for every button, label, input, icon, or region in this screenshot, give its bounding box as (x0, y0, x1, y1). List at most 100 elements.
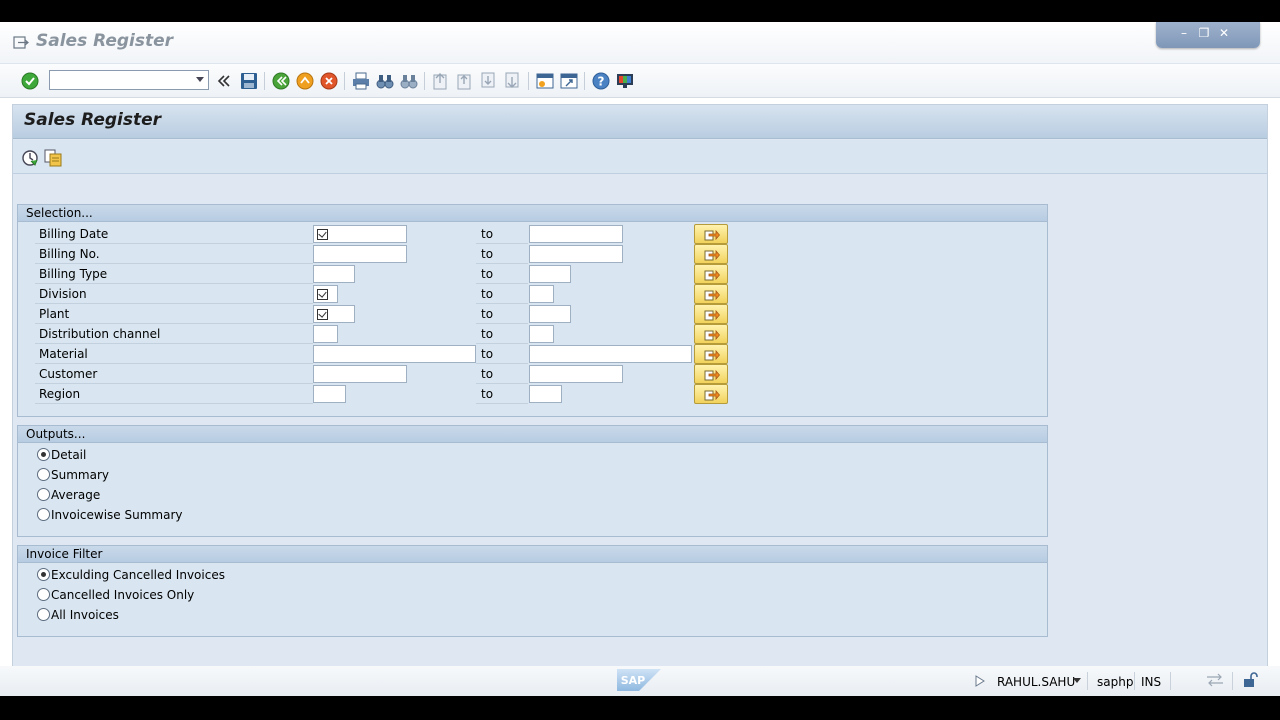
invoice-filter-group: Invoice Filter Exculding Cancelled Invoi… (17, 545, 1048, 637)
new-session-icon[interactable] (535, 71, 555, 91)
close-icon[interactable]: ✕ (1216, 26, 1232, 40)
selection-from-input[interactable] (313, 385, 346, 403)
chevron-down-icon[interactable] (1073, 678, 1081, 683)
status-user: RAHUL.SAHU (997, 675, 1076, 689)
selection-row: Billing Type to (18, 264, 1049, 284)
minimize-icon[interactable]: – (1176, 26, 1192, 40)
prev-page-icon[interactable] (455, 71, 475, 91)
multiple-selection-button[interactable] (694, 264, 728, 284)
outputs-group: Outputs... Detail Summary Average Invoicewi… (17, 425, 1048, 537)
selection-to-input[interactable] (529, 385, 562, 403)
multiple-selection-icon (704, 229, 720, 241)
screen-bottom-border (0, 696, 1280, 720)
screen-top-border (0, 0, 1280, 22)
radio-button[interactable] (37, 608, 50, 621)
help-icon[interactable]: ? (591, 71, 611, 91)
selection-to-input[interactable] (529, 245, 623, 263)
collapse-command-icon[interactable] (214, 71, 234, 91)
radio-button[interactable] (37, 468, 50, 481)
play-icon[interactable] (975, 675, 985, 687)
multiple-selection-button[interactable] (694, 384, 728, 404)
next-page-icon[interactable] (479, 71, 499, 91)
status-separator (1232, 672, 1233, 690)
get-variant-icon[interactable] (44, 149, 62, 167)
print-icon[interactable] (351, 71, 371, 91)
window-title: Sales Register (36, 31, 174, 51)
selection-to-input[interactable] (529, 325, 554, 343)
radio-button[interactable] (37, 568, 50, 581)
find-icon[interactable] (375, 71, 395, 91)
to-label: to (476, 306, 528, 324)
radio-button[interactable] (37, 448, 50, 461)
selection-from-input[interactable] (313, 305, 355, 323)
multiple-selection-button[interactable] (694, 364, 728, 384)
output-option-label: Summary (51, 468, 109, 482)
multiple-selection-icon (704, 389, 720, 401)
to-label: to (476, 286, 528, 304)
selection-to-input[interactable] (529, 345, 692, 363)
selection-from-input[interactable] (313, 225, 407, 243)
status-separator (1087, 672, 1088, 690)
restore-icon[interactable]: ❐ (1196, 26, 1212, 40)
multiple-selection-button[interactable] (694, 244, 728, 264)
selection-row: Billing Date to (18, 224, 1049, 244)
invoice-filter-option-label: Cancelled Invoices Only (51, 588, 195, 602)
to-label: to (476, 226, 528, 244)
command-field[interactable] (49, 70, 209, 90)
multiple-selection-button[interactable] (694, 284, 728, 304)
standard-toolbar: ? (0, 64, 1280, 98)
selection-to-input[interactable] (529, 305, 571, 323)
selection-group-title: Selection... (18, 205, 1047, 222)
status-bar: SAP RAHUL.SAHU saphp INS (0, 666, 1280, 696)
to-label: to (476, 366, 528, 384)
save-icon[interactable] (239, 71, 259, 91)
selection-row: Division to (18, 284, 1049, 304)
sap-logo-text: SAP (621, 674, 646, 687)
exit-icon[interactable] (295, 71, 315, 91)
selection-from-input[interactable] (313, 345, 476, 363)
multiple-selection-icon (704, 249, 720, 261)
window-controls: – ❐ ✕ (1156, 22, 1260, 48)
selection-to-input[interactable] (529, 285, 554, 303)
radio-button[interactable] (37, 508, 50, 521)
radio-button[interactable] (37, 488, 50, 501)
toolbar-separator (528, 72, 529, 90)
multiple-selection-button[interactable] (694, 324, 728, 344)
selection-label: Distribution channel (35, 326, 313, 344)
multiple-selection-button[interactable] (694, 304, 728, 324)
multiple-selection-icon (704, 329, 720, 341)
back-icon[interactable] (271, 71, 291, 91)
selection-from-input[interactable] (313, 265, 355, 283)
selection-from-input[interactable] (313, 285, 338, 303)
selection-label: Billing Date (35, 226, 313, 244)
selection-group: Selection... Billing Date to Billing No. to… (17, 204, 1048, 417)
toolbar-separator (264, 72, 265, 90)
application-toolbar (13, 140, 1267, 174)
selection-from-input[interactable] (313, 365, 407, 383)
execute-icon[interactable] (21, 149, 39, 167)
menu-icon[interactable] (13, 36, 29, 50)
selection-to-input[interactable] (529, 365, 623, 383)
shortcut-icon[interactable] (559, 71, 579, 91)
selection-from-input[interactable] (313, 325, 338, 343)
invoice-filter-option-label: All Invoices (51, 608, 119, 622)
radio-button[interactable] (37, 588, 50, 601)
customize-icon[interactable] (615, 71, 635, 91)
unlock-icon[interactable] (1242, 671, 1260, 689)
outputs-group-title: Outputs... (18, 426, 1047, 443)
first-page-icon[interactable] (431, 71, 451, 91)
chevron-down-icon[interactable] (196, 77, 204, 82)
status-separator (1170, 672, 1171, 690)
selection-to-input[interactable] (529, 265, 571, 283)
multiple-selection-button[interactable] (694, 344, 728, 364)
selection-from-input[interactable] (313, 245, 407, 263)
multiple-selection-button[interactable] (694, 224, 728, 244)
selection-to-input[interactable] (529, 225, 623, 243)
find-next-icon[interactable] (399, 71, 419, 91)
selection-label: Billing Type (35, 266, 313, 284)
cancel-icon[interactable] (319, 71, 339, 91)
status-server: saphp (1097, 675, 1134, 689)
last-page-icon[interactable] (503, 71, 523, 91)
page-title: Sales Register (24, 110, 162, 130)
enter-icon[interactable] (20, 71, 40, 91)
